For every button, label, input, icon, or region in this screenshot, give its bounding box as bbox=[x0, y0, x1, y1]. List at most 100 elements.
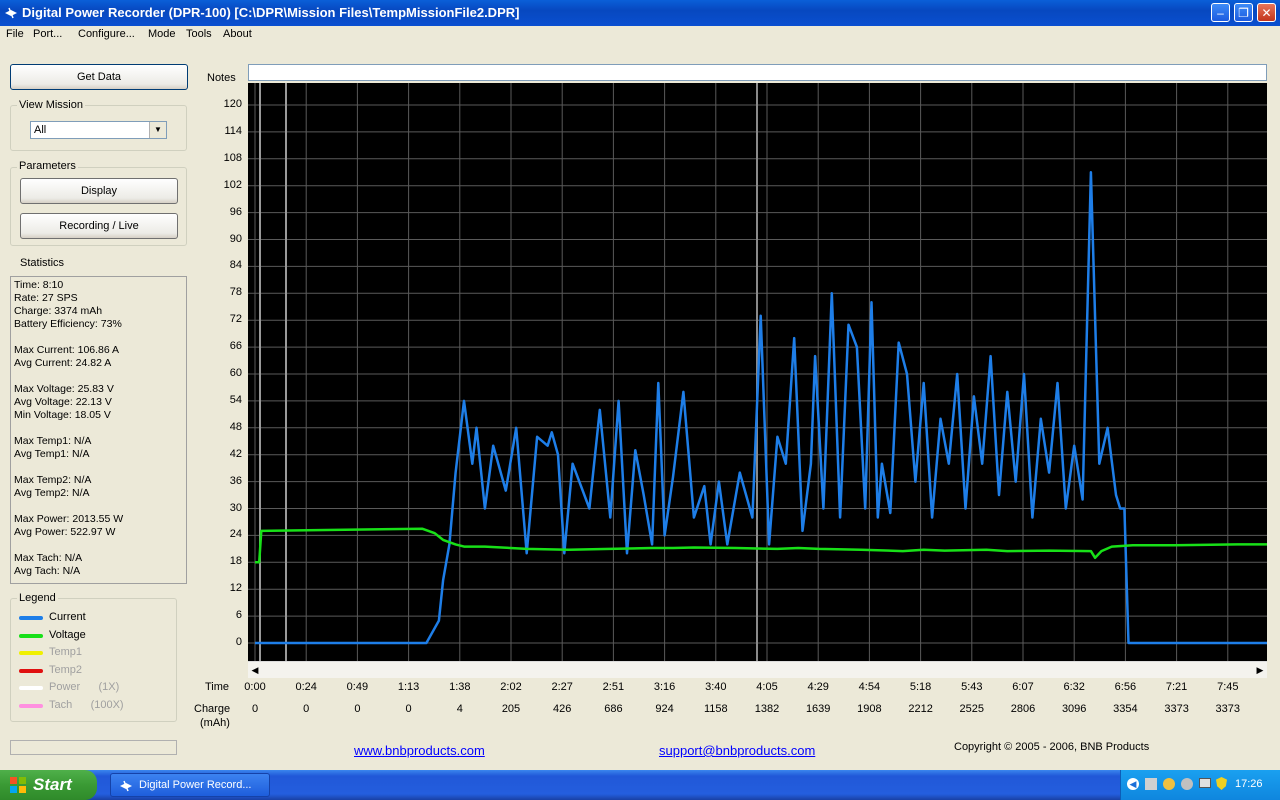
legend-label: Power (1X) bbox=[49, 681, 120, 694]
view-mission-value: All bbox=[34, 124, 47, 136]
security-shield-icon[interactable] bbox=[1216, 777, 1227, 790]
chart-plot bbox=[248, 83, 1267, 661]
statistic-line: Avg Power: 522.97 W bbox=[14, 526, 116, 538]
menu-tools[interactable]: Tools bbox=[186, 28, 212, 40]
network-icon[interactable] bbox=[1145, 778, 1157, 790]
y-tick-label: 114 bbox=[224, 124, 242, 137]
legend-label: Legend bbox=[17, 592, 58, 604]
statistic-line bbox=[14, 331, 183, 344]
restore-button[interactable]: ❐ bbox=[1234, 3, 1253, 22]
statistic-line bbox=[14, 500, 183, 513]
start-label: Start bbox=[33, 775, 72, 794]
scroll-left-icon[interactable]: ◀ bbox=[248, 662, 262, 678]
statistics-label: Statistics bbox=[20, 257, 65, 269]
notes-input[interactable] bbox=[248, 64, 1267, 81]
messenger-icon[interactable] bbox=[1163, 778, 1175, 790]
get-data-button[interactable]: Get Data bbox=[10, 64, 188, 90]
start-button[interactable]: Start bbox=[0, 770, 97, 800]
legend-swatch bbox=[19, 633, 43, 638]
menu-mode[interactable]: Mode bbox=[148, 28, 176, 40]
menu-configure[interactable]: Configure... bbox=[78, 28, 135, 40]
app-icon-small bbox=[120, 780, 132, 792]
menu-port[interactable]: Port... bbox=[33, 28, 62, 40]
menu-about[interactable]: About bbox=[223, 28, 252, 40]
scroll-right-icon[interactable]: ▶ bbox=[1253, 662, 1267, 678]
minimize-button[interactable]: – bbox=[1211, 3, 1230, 22]
view-mission-select[interactable]: All ▼ bbox=[30, 121, 167, 139]
y-tick-label: 36 bbox=[229, 474, 242, 487]
statistic-line bbox=[14, 539, 183, 552]
charge-value: 3373 bbox=[1215, 703, 1241, 715]
statistic-line: Avg Tach: N/A bbox=[14, 565, 81, 577]
y-tick-label: 84 bbox=[229, 259, 242, 272]
y-tick-label: 18 bbox=[229, 555, 242, 568]
y-tick-label: 96 bbox=[229, 205, 242, 218]
menu-bar: File Port... Configure... Mode Tools Abo… bbox=[0, 26, 1280, 45]
y-tick-label: 54 bbox=[229, 393, 242, 406]
progress-bar bbox=[10, 740, 177, 755]
series-line-current bbox=[255, 171, 1267, 645]
legend-label: Temp1 bbox=[49, 646, 83, 659]
y-tick-label: 6 bbox=[235, 609, 242, 622]
statistic-line: Time: 8:10 bbox=[14, 279, 64, 291]
y-tick-label: 102 bbox=[223, 178, 242, 191]
menu-file[interactable]: File bbox=[6, 28, 24, 40]
legend-label: Current bbox=[49, 611, 86, 623]
website-link[interactable]: www.bnbproducts.com bbox=[354, 743, 485, 758]
y-tick-label: 0 bbox=[235, 636, 242, 648]
y-tick-label: 72 bbox=[229, 313, 242, 326]
statistic-line: Charge: 3374 mAh bbox=[14, 305, 103, 317]
app-icon bbox=[5, 7, 17, 19]
statistic-line: Battery Efficiency: 73% bbox=[14, 318, 122, 330]
statistic-line: Avg Current: 24.82 A bbox=[14, 357, 112, 369]
charge-unit-label: (mAh) bbox=[200, 717, 230, 729]
legend-swatch bbox=[19, 704, 43, 708]
y-tick-label: 120 bbox=[223, 98, 242, 110]
tray-expand-icon[interactable]: ◀ bbox=[1127, 778, 1139, 790]
y-tick-label: 24 bbox=[229, 528, 242, 541]
statistic-line bbox=[14, 461, 183, 474]
display-button[interactable]: Display bbox=[20, 178, 178, 204]
window-title: Digital Power Recorder (DPR-100) [C:\DPR… bbox=[22, 5, 520, 20]
copyright-text: Copyright © 2005 - 2006, BNB Products bbox=[954, 741, 1150, 753]
series-line-voltage bbox=[255, 527, 1267, 564]
statistic-line: Rate: 27 SPS bbox=[14, 292, 78, 304]
legend-swatch bbox=[19, 616, 43, 620]
support-link[interactable]: support@bnbproducts.com bbox=[659, 743, 815, 758]
close-button[interactable]: ✕ bbox=[1257, 3, 1276, 22]
volume-icon[interactable] bbox=[1181, 778, 1193, 790]
view-mission-label: View Mission bbox=[17, 99, 85, 111]
statistics-panel: Time: 8:10 Rate: 27 SPS Charge: 3374 mAh Ba… bbox=[10, 276, 187, 584]
statistic-line: Avg Temp2: N/A bbox=[14, 487, 90, 499]
horizontal-scrollbar[interactable]: ◀ ▶ bbox=[248, 661, 1267, 678]
statistic-line: Max Temp2: N/A bbox=[14, 474, 92, 486]
taskbar-app-item[interactable]: Digital Power Record... bbox=[110, 773, 270, 797]
y-tick-label: 12 bbox=[229, 582, 242, 595]
chevron-down-icon[interactable]: ▼ bbox=[149, 122, 166, 138]
statistic-line: Max Power: 2013.55 W bbox=[14, 513, 124, 525]
y-tick-label: 66 bbox=[229, 340, 242, 353]
taskbar-app-label: Digital Power Record... bbox=[139, 779, 252, 791]
y-tick-label: 48 bbox=[229, 420, 242, 433]
statistic-line bbox=[14, 422, 183, 435]
system-tray: ◀ 17:26 bbox=[1120, 770, 1280, 800]
statistic-line: Max Tach: N/A bbox=[14, 552, 83, 564]
y-tick-label: 30 bbox=[229, 501, 242, 514]
title-bar: Digital Power Recorder (DPR-100) [C:\DPR… bbox=[0, 0, 1280, 26]
statistic-line bbox=[14, 370, 183, 383]
statistic-line: Max Temp1: N/A bbox=[14, 435, 92, 447]
recording-live-button[interactable]: Recording / Live bbox=[20, 213, 178, 239]
statistic-line: Avg Voltage: 22.13 V bbox=[14, 396, 112, 408]
legend-label: Voltage bbox=[49, 628, 86, 641]
statistic-line: Avg Temp1: N/A bbox=[14, 448, 90, 460]
monitor-icon[interactable] bbox=[1199, 778, 1211, 788]
notes-label: Notes bbox=[207, 72, 236, 84]
y-tick-label: 78 bbox=[229, 286, 242, 299]
x-tick-label: 7:45 bbox=[1217, 681, 1239, 693]
y-tick-label: 108 bbox=[223, 151, 242, 164]
parameters-label: Parameters bbox=[17, 160, 78, 172]
y-tick-label: 90 bbox=[229, 232, 242, 245]
statistic-line: Max Voltage: 25.83 V bbox=[14, 383, 114, 395]
legend-swatch bbox=[19, 668, 43, 673]
legend-label: Tach (100X) bbox=[49, 699, 124, 711]
